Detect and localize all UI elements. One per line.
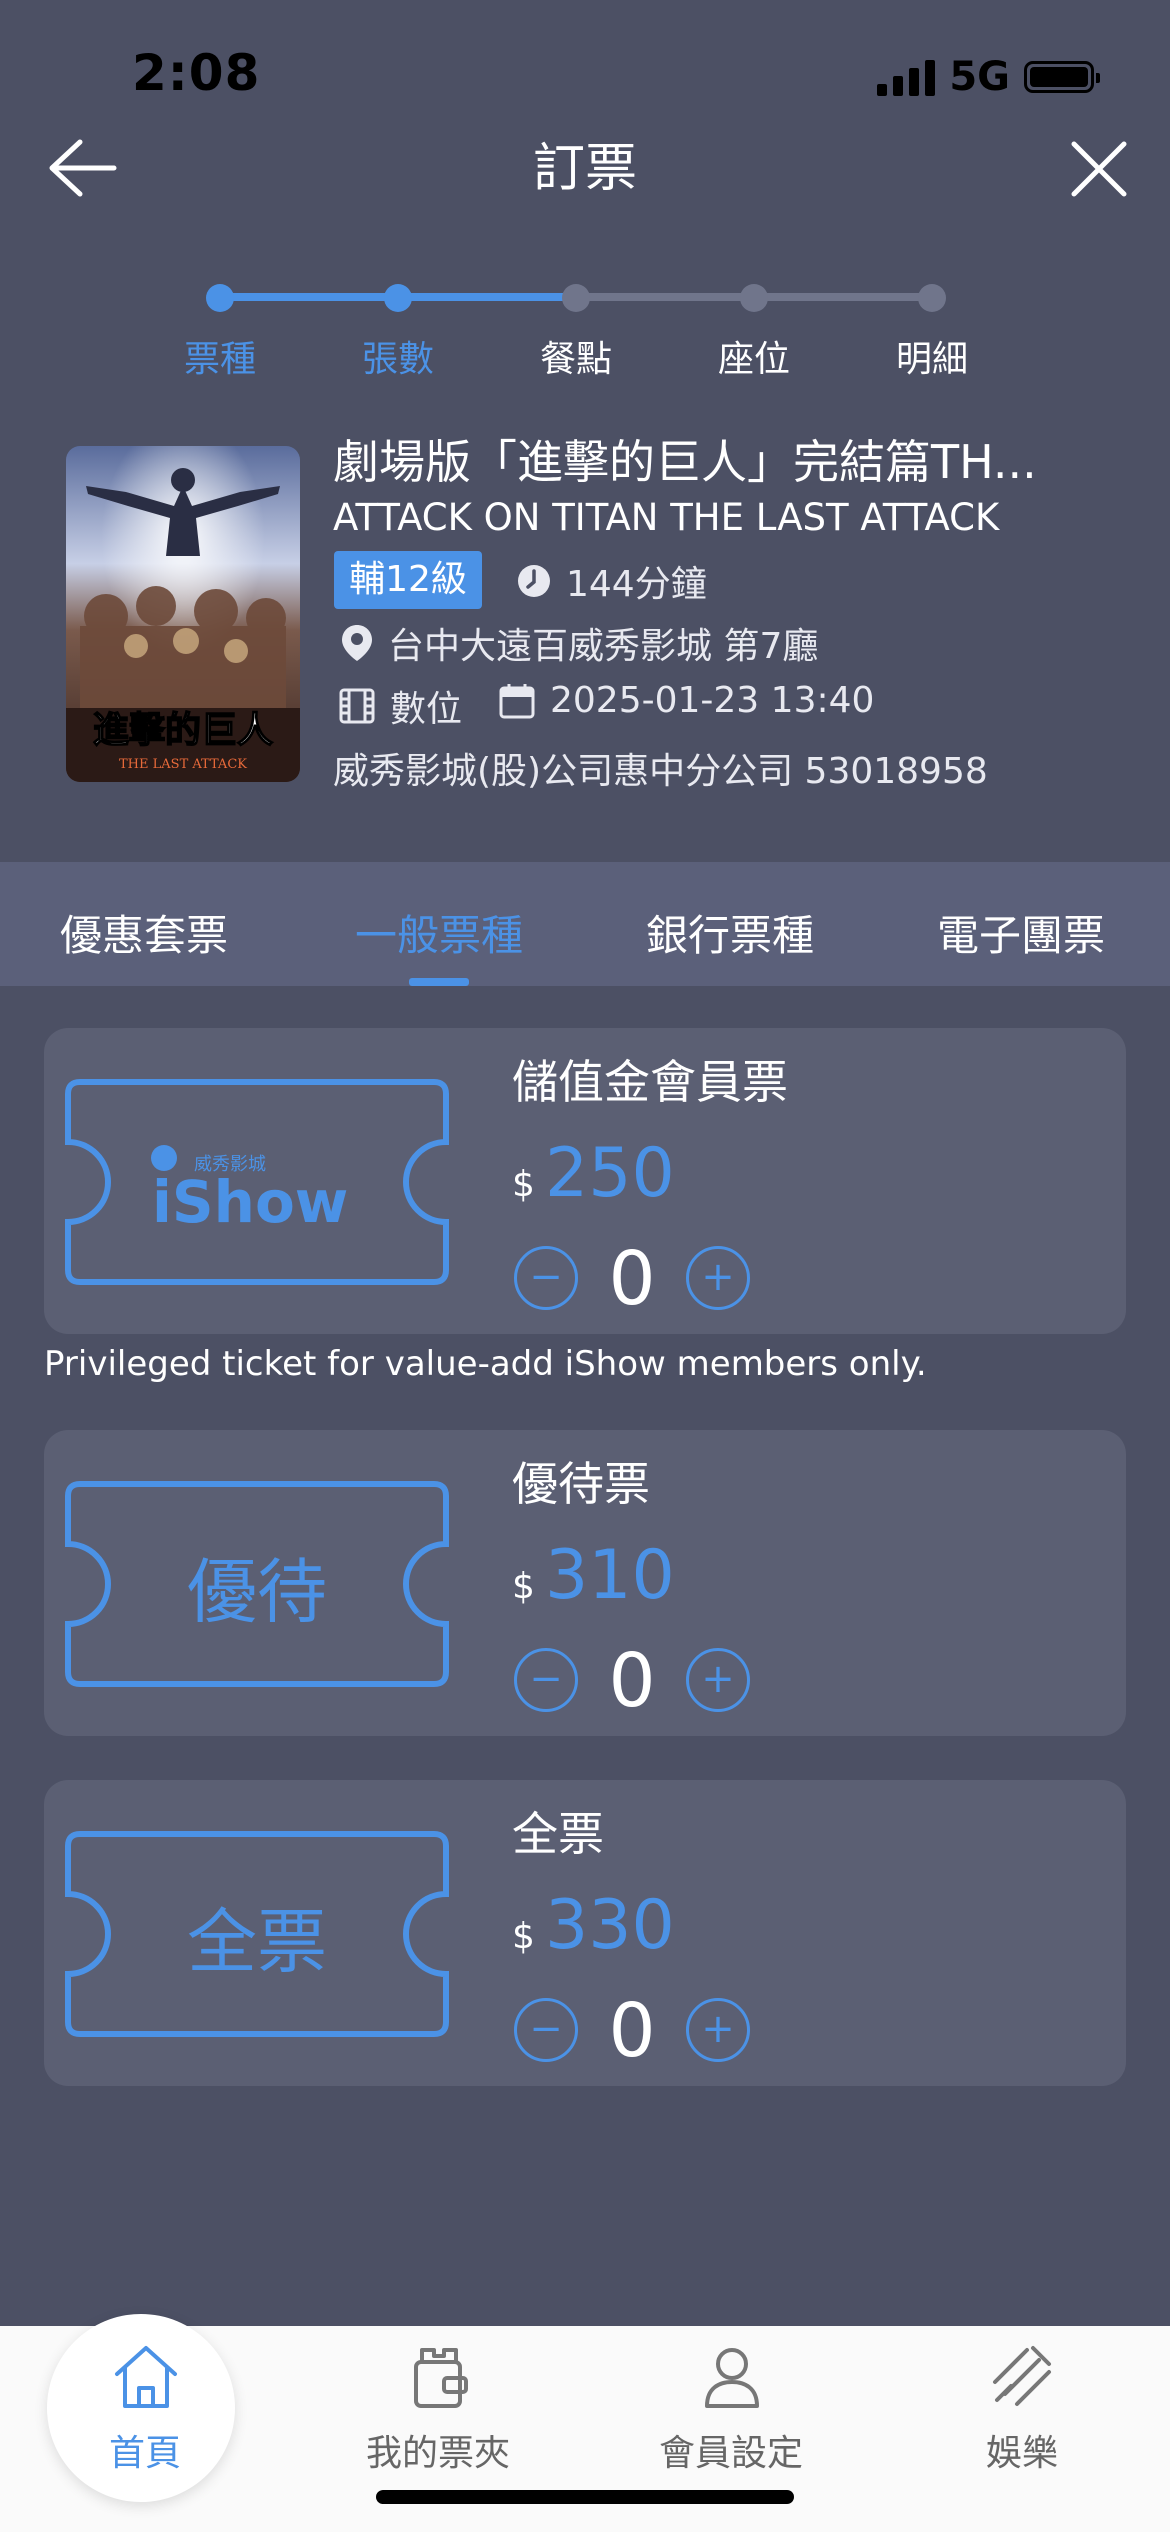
home-icon[interactable] <box>111 2342 181 2412</box>
step-dot-3 <box>562 284 590 312</box>
page-title: 訂票 <box>532 139 637 199</box>
nav-entertainment-label[interactable]: 娛樂 <box>922 2424 1122 2476</box>
ticket-quantity: 0 <box>608 1236 656 1322</box>
poster-title: 進擊的巨人 <box>93 710 273 751</box>
status-time: 2:08 <box>132 44 261 102</box>
tab-active-indicator <box>409 978 469 986</box>
decrease-button[interactable]: − <box>514 1246 578 1310</box>
film-icon <box>339 688 375 724</box>
location-pin-icon <box>342 625 372 661</box>
currency-symbol: $ <box>512 1916 535 1957</box>
increase-button[interactable]: + <box>686 1998 750 2062</box>
duration-row: 144分鐘 <box>516 555 707 607</box>
rating-badge: 輔12級 <box>334 551 482 609</box>
company-text: 威秀影城(股)公司惠中分公司 53018958 <box>333 751 988 792</box>
ticket-price: 330 <box>545 1886 675 1965</box>
ticket-quantity: 0 <box>608 1988 656 2074</box>
movie-title-english: ATTACK ON TITAN THE LAST ATTACK <box>333 496 1000 539</box>
tab-discount-packages[interactable]: 優惠套票 <box>60 902 228 963</box>
nav-home-label[interactable]: 首頁 <box>45 2424 245 2476</box>
ticket-stub-label: 優待 <box>187 1551 327 1633</box>
ticket-quantity: 0 <box>608 1638 656 1724</box>
step-label-4: 座位 <box>717 339 790 380</box>
step-label-1: 票種 <box>183 339 256 380</box>
home-indicator <box>376 2490 794 2504</box>
ticket-name: 全票 <box>512 1807 604 1861</box>
step-label-5: 明細 <box>895 339 968 380</box>
step-dot-1 <box>206 284 234 312</box>
theater-row: 台中大遠百威秀影城 第7廳 <box>340 617 818 669</box>
ticket-name: 優待票 <box>512 1457 650 1511</box>
ticket-stub-label: 全票 <box>187 1901 327 1983</box>
entertainment-icon[interactable] <box>987 2342 1057 2412</box>
member-note: Privileged ticket for value-add iShow me… <box>44 1344 927 1384</box>
status-indicators: 5G <box>877 54 1100 100</box>
step-dot-2 <box>384 284 412 312</box>
wallet-icon[interactable] <box>404 2342 474 2412</box>
ticket-price: 310 <box>545 1536 675 1615</box>
datetime-text: 2025-01-23 13:40 <box>550 680 875 721</box>
step-dot-5 <box>918 284 946 312</box>
tab-e-group-tickets[interactable]: 電子團票 <box>937 902 1105 963</box>
battery-icon <box>1024 61 1100 93</box>
movie-poster: 進擊的巨人 THE LAST ATTACK <box>66 446 300 782</box>
calendar-icon <box>499 683 535 718</box>
step-label-2: 張數 <box>361 339 434 380</box>
ishow-logo: 威秀影城 iShow <box>150 1140 380 1236</box>
duration-text: 144分鐘 <box>566 564 707 605</box>
decrease-button[interactable]: − <box>514 1998 578 2062</box>
theater-text: 台中大遠百威秀影城 第7廳 <box>388 626 819 667</box>
person-icon[interactable] <box>697 2342 767 2412</box>
currency-symbol: $ <box>512 1164 535 1205</box>
tab-general-tickets[interactable]: 一般票種 <box>355 902 523 963</box>
movie-title: 劇場版「進擊的巨人」完結篇TH... <box>333 435 1037 489</box>
tab-bank-tickets[interactable]: 銀行票種 <box>646 902 814 963</box>
ishow-brand-text: iShow <box>152 1168 348 1230</box>
signal-icon <box>877 58 936 96</box>
step-dot-4 <box>740 284 768 312</box>
poster-subtitle: THE LAST ATTACK <box>119 757 247 772</box>
format-text: 數位 <box>390 689 463 730</box>
datetime-row: 2025-01-23 13:40 <box>498 680 874 721</box>
increase-button[interactable]: + <box>686 1648 750 1712</box>
step-label-3: 餐點 <box>539 339 612 380</box>
network-type: 5G <box>949 54 1010 100</box>
decrease-button[interactable]: − <box>514 1648 578 1712</box>
nav-member-label[interactable]: 會員設定 <box>631 2424 831 2476</box>
increase-button[interactable]: + <box>686 1246 750 1310</box>
currency-symbol: $ <box>512 1566 535 1607</box>
ticket-price: 250 <box>545 1134 675 1213</box>
format-row: 數位 <box>338 680 462 732</box>
clock-icon <box>518 565 550 597</box>
nav-wallet-label[interactable]: 我的票夾 <box>338 2424 538 2476</box>
ticket-name: 儲值金會員票 <box>512 1055 788 1109</box>
close-icon[interactable] <box>1068 138 1130 200</box>
